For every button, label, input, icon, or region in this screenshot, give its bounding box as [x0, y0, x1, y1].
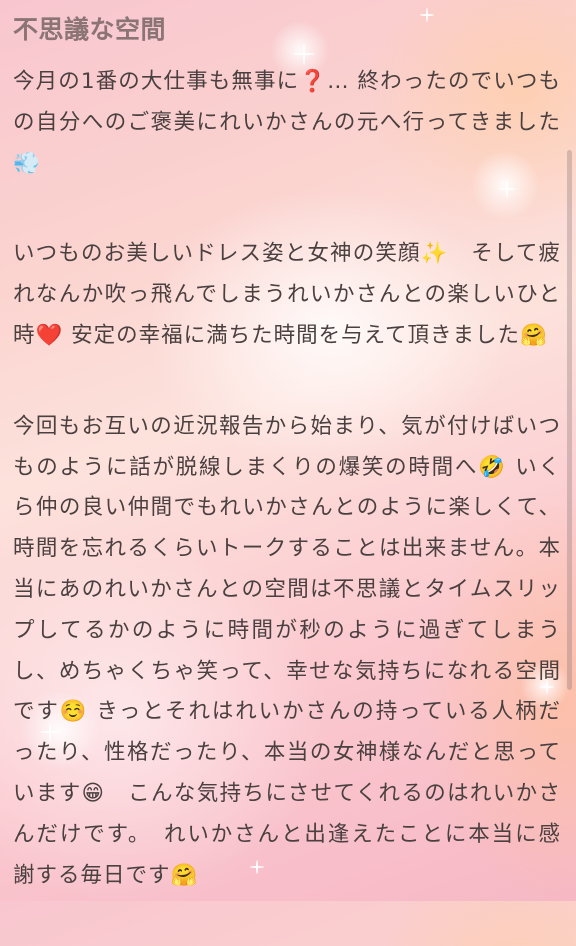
article-body: 今月の1番の大仕事も無事に❓… 終わったのでいつもの自分へのご褒美にれいかさんの… — [13, 62, 561, 946]
scrollbar[interactable] — [567, 150, 572, 690]
article-paragraph: いつものお美しいドレス姿と女神の笑顔✨ そして疲れなんか吹っ飛んでしまうれいかさ… — [13, 241, 561, 348]
sparkle-decoration — [420, 8, 434, 22]
article-paragraph: 今回もお互いの近況報告から始まり、気が付けばいつものように話が脱線しまくりの爆笑… — [13, 413, 561, 888]
page-title: 不思議な空間 — [13, 15, 167, 44]
article-paragraph: 今月の1番の大仕事も無事に❓… 終わったのでいつもの自分へのご褒美にれいかさんの… — [13, 69, 561, 176]
